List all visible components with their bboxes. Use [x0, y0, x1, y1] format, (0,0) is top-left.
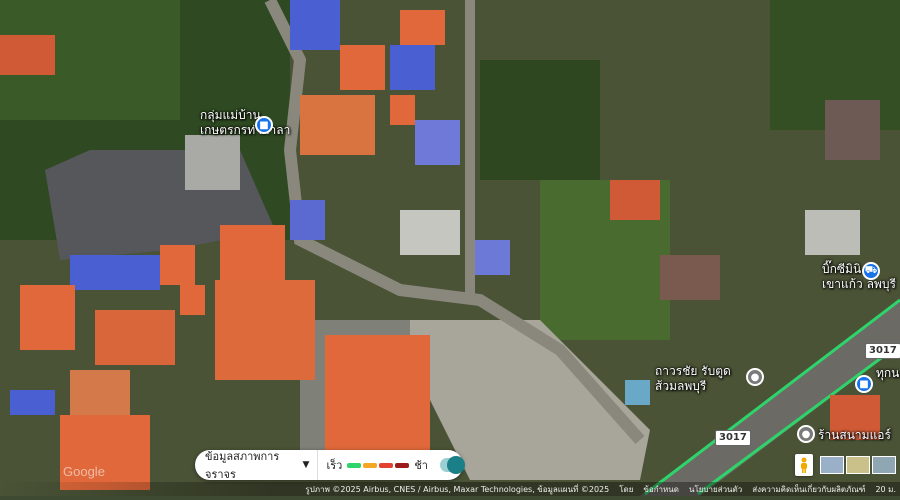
- poi-label-shop-3[interactable]: ร้านสนามแอร์: [818, 428, 891, 443]
- imagery-attribution: รูปภาพ ©2025 Airbus, CNES / Airbus, Maxa…: [305, 484, 610, 494]
- layer-thumb[interactable]: [846, 456, 870, 474]
- traffic-slow-label: ช้า: [414, 459, 428, 472]
- pegman-icon[interactable]: [795, 454, 813, 476]
- road-shield: 3017: [715, 430, 751, 446]
- cart-pin-icon[interactable]: ⛟: [862, 262, 880, 280]
- attribution-link[interactable]: นโยบายส่วนตัว: [689, 483, 742, 496]
- map-imagery: [0, 0, 900, 496]
- layer-thumb[interactable]: [820, 456, 844, 474]
- attribution-link[interactable]: โดย: [619, 483, 633, 496]
- lock-pin-icon[interactable]: ■: [855, 375, 873, 393]
- traffic-widget: ข้อมูลสภาพการจราจร ▼ เร็ว ช้า: [195, 450, 466, 481]
- traffic-legend-bar: [347, 462, 362, 468]
- poi-label-shop-1[interactable]: บิ๊กซีมินิ เขาแก้ว ลพบุรี: [822, 262, 896, 292]
- caret-down-icon: ▼: [302, 460, 310, 470]
- attribution-bar: รูปภาพ ©2025 Airbus, CNES / Airbus, Maxa…: [0, 482, 900, 496]
- satellite-map[interactable]: กลุ่มแม่บ้าน เกษตรกรท่าศาลา ■ บิ๊กซีมินิ…: [0, 0, 900, 496]
- traffic-legend-bar: [395, 462, 410, 468]
- pegman-figure: [801, 457, 807, 473]
- layers-icon[interactable]: [820, 456, 896, 474]
- poi-label-community-group[interactable]: กลุ่มแม่บ้าน เกษตรกรท่าศาลา: [200, 108, 290, 138]
- traffic-fast-label: เร็ว: [326, 459, 343, 472]
- traffic-dropdown[interactable]: ข้อมูลสภาพการจราจร ▼: [195, 450, 319, 481]
- traffic-toggle[interactable]: [439, 456, 466, 474]
- road-shield: 3017: [865, 343, 900, 359]
- traffic-legend: เร็ว ช้า: [318, 456, 436, 474]
- poi-label-tire-shop[interactable]: ถาวรชัย รับตูด ส้วมลพบุรี: [655, 364, 731, 394]
- place-pin-icon[interactable]: ●: [797, 425, 815, 443]
- google-watermark: Google: [63, 464, 105, 479]
- traffic-dropdown-label: ข้อมูลสภาพการจราจร: [205, 450, 280, 481]
- scale-label: 20 ม.: [875, 484, 896, 494]
- traffic-legend-bar: [379, 462, 394, 468]
- layer-thumb[interactable]: [872, 456, 896, 474]
- attribution-link[interactable]: ข้อกำหนด: [643, 483, 679, 496]
- traffic-legend-bar: [363, 462, 378, 468]
- place-pin-icon[interactable]: ●: [746, 368, 764, 386]
- attribution-link[interactable]: ส่งความคิดเห็นเกี่ยวกับผลิตภัณฑ์: [752, 483, 865, 496]
- poi-label-shop-2[interactable]: ทุกน: [876, 366, 899, 381]
- lock-pin-icon[interactable]: ■: [255, 116, 273, 134]
